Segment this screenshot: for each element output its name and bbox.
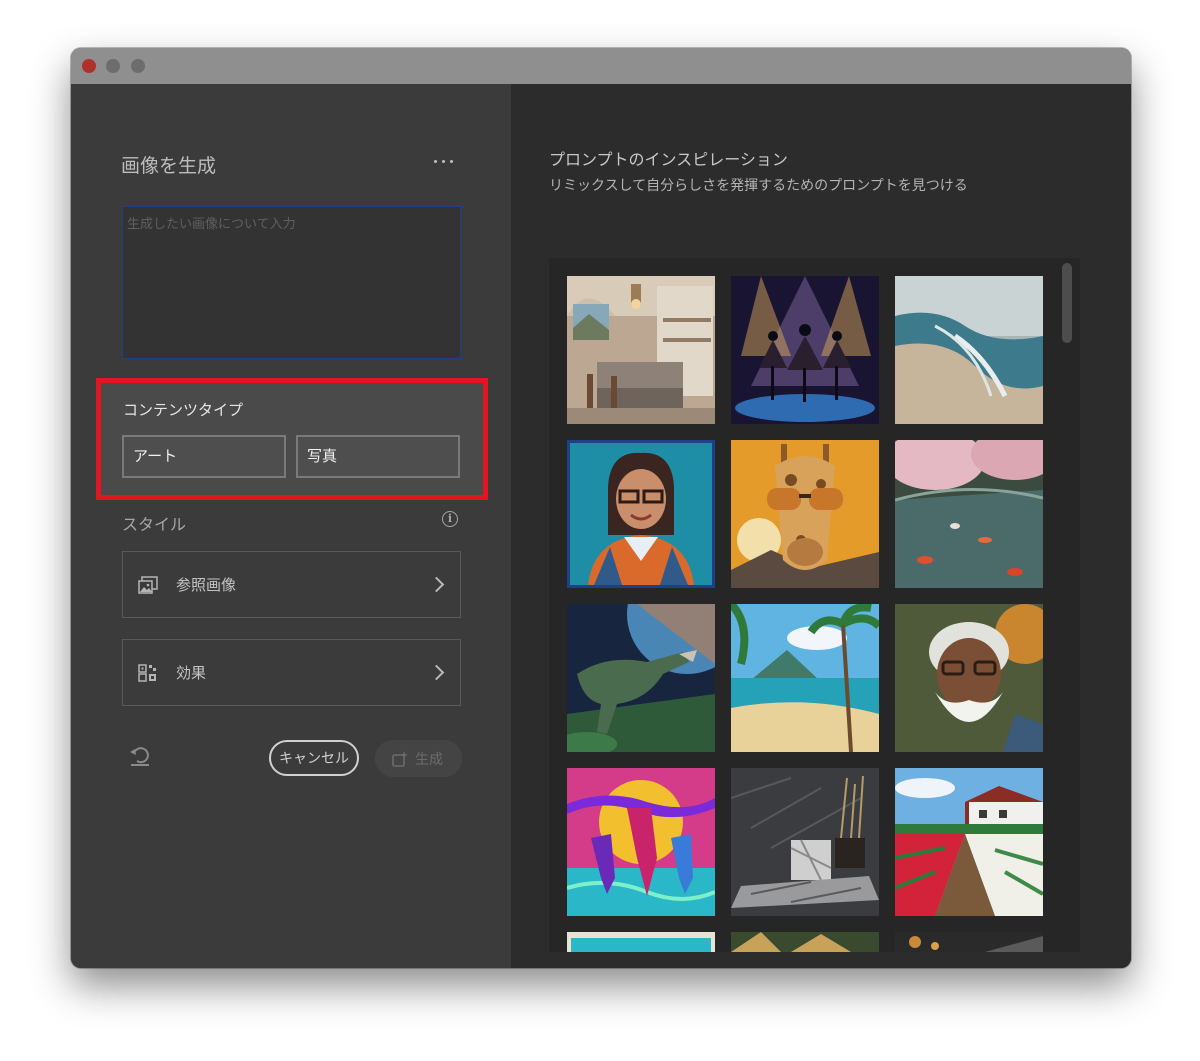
- generate-label: 生成: [415, 752, 443, 768]
- gallery-tile-ballet-dancers-stage[interactable]: [731, 276, 879, 424]
- gallery-tile-tropical-beach[interactable]: [731, 604, 879, 752]
- gallery-tile-cherry-blossom-koi-pond[interactable]: [895, 440, 1043, 588]
- image-icon: [138, 576, 158, 594]
- gallery-tile-giraffe-sunglasses[interactable]: [731, 440, 879, 588]
- inspiration-title: プロンプトのインスピレーション: [549, 150, 788, 169]
- generate-icon: [392, 751, 408, 767]
- close-window-button[interactable]: [82, 59, 96, 73]
- cancel-button[interactable]: キャンセル: [269, 740, 359, 776]
- content-type-section: コンテンツタイプ アート 写真: [96, 378, 488, 500]
- chevron-right-icon: [428, 576, 445, 593]
- gallery-tile-misty-beach-waves[interactable]: [895, 276, 1043, 424]
- generate-button[interactable]: 生成: [375, 740, 462, 777]
- effects-button[interactable]: 効果: [122, 639, 461, 706]
- panel-title: 画像を生成: [121, 155, 217, 177]
- inspiration-gallery: [549, 258, 1080, 952]
- gallery-tile-tulip-field-farmhouse[interactable]: [895, 768, 1043, 916]
- gallery-tile-partial-tropical-tile[interactable]: [567, 932, 715, 952]
- inspiration-subtitle: リミックスして自分らしさを発揮するためのプロンプトを見つける: [549, 178, 968, 194]
- reset-icon[interactable]: [128, 745, 152, 767]
- more-options-icon[interactable]: [432, 154, 456, 170]
- gallery-tile-neon-horses-sunset[interactable]: [567, 768, 715, 916]
- style-label: スタイル: [122, 515, 187, 534]
- gallery-scrollbar[interactable]: [1062, 263, 1072, 343]
- gallery-tile-bearded-man-portrait[interactable]: [895, 604, 1043, 752]
- effects-icon: [138, 664, 156, 682]
- app-window: 画像を生成 コンテンツタイプ アート 写真 スタイル i 参照画像: [71, 48, 1131, 968]
- gallery-tile-marble-still-life[interactable]: [731, 768, 879, 916]
- gallery-tile-woman-portrait-glasses[interactable]: [567, 440, 715, 588]
- prompt-input[interactable]: [122, 206, 461, 359]
- generate-panel: 画像を生成 コンテンツタイプ アート 写真 スタイル i 参照画像: [71, 84, 511, 968]
- minimize-window-button[interactable]: [106, 59, 120, 73]
- reference-image-label: 参照画像: [176, 576, 237, 594]
- content-type-photo-button[interactable]: 写真: [296, 435, 460, 478]
- chevron-right-icon: [428, 664, 445, 681]
- gallery-tile-partial-dark-tile[interactable]: [895, 932, 1043, 952]
- gallery-tile-partial-palm-tile[interactable]: [731, 932, 879, 952]
- gallery-tile-kitchen-interior[interactable]: [567, 276, 715, 424]
- content-type-art-button[interactable]: アート: [122, 435, 286, 478]
- effects-label: 効果: [176, 664, 207, 682]
- content-type-label: コンテンツタイプ: [123, 401, 244, 419]
- title-bar: [71, 48, 1131, 84]
- reference-image-button[interactable]: 参照画像: [122, 551, 461, 618]
- gallery-tile-dinosaur-space[interactable]: [567, 604, 715, 752]
- info-icon[interactable]: i: [442, 511, 458, 527]
- inspiration-panel: プロンプトのインスピレーション リミックスして自分らしさを発揮するためのプロンプ…: [511, 84, 1131, 968]
- maximize-window-button[interactable]: [131, 59, 145, 73]
